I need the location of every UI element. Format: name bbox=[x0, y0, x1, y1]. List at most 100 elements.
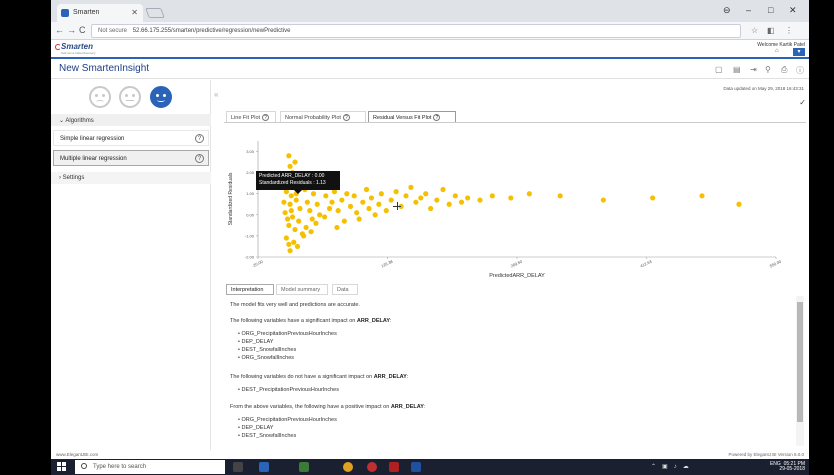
data-point[interactable] bbox=[736, 201, 742, 207]
happy-face-icon[interactable] bbox=[150, 86, 172, 108]
data-point[interactable] bbox=[477, 197, 483, 203]
data-point[interactable] bbox=[465, 195, 471, 201]
data-point[interactable] bbox=[356, 216, 362, 222]
menu-icon[interactable]: ⋮ bbox=[785, 26, 793, 35]
data-point[interactable] bbox=[292, 159, 298, 165]
taskview-icon[interactable] bbox=[233, 462, 243, 472]
data-point[interactable] bbox=[440, 186, 446, 193]
data-point[interactable] bbox=[288, 193, 294, 199]
data-point[interactable] bbox=[281, 199, 287, 205]
data-point[interactable] bbox=[289, 214, 296, 220]
data-point[interactable] bbox=[376, 201, 382, 207]
star-icon[interactable]: ☆ bbox=[751, 26, 758, 35]
data-point[interactable] bbox=[383, 208, 389, 214]
data-point[interactable] bbox=[329, 199, 335, 205]
data-point[interactable] bbox=[287, 163, 293, 169]
data-point[interactable] bbox=[322, 214, 328, 220]
settings-header[interactable]: › Settings bbox=[51, 172, 211, 184]
data-point[interactable] bbox=[452, 193, 458, 199]
residual-scatter-chart[interactable]: 3.00 2.00 1.00 0.00 -1.00 -2.00-20.00 126.38 26… bbox=[224, 123, 806, 281]
data-point[interactable] bbox=[341, 218, 347, 224]
tab-interpretation[interactable]: Interpretation bbox=[226, 284, 274, 295]
data-point[interactable] bbox=[308, 229, 314, 235]
back-icon[interactable]: ← bbox=[55, 25, 64, 35]
data-point[interactable] bbox=[408, 184, 414, 190]
data-point[interactable] bbox=[334, 224, 340, 231]
extension-icon[interactable]: ◧ bbox=[767, 26, 775, 35]
data-point[interactable] bbox=[446, 201, 452, 207]
data-point[interactable] bbox=[413, 199, 419, 205]
chrome-icon[interactable] bbox=[343, 462, 353, 472]
check-icon[interactable]: ✓ bbox=[799, 98, 806, 107]
acrobat-icon[interactable] bbox=[389, 462, 399, 472]
forward-icon[interactable]: → bbox=[67, 25, 76, 35]
data-point[interactable] bbox=[526, 191, 532, 197]
app-icon[interactable] bbox=[299, 462, 309, 472]
data-point[interactable] bbox=[326, 205, 333, 212]
data-point[interactable] bbox=[458, 199, 465, 205]
data-point[interactable] bbox=[489, 193, 495, 199]
reload-icon[interactable]: C bbox=[79, 25, 86, 35]
data-point[interactable] bbox=[304, 199, 310, 205]
sad-face-icon[interactable] bbox=[89, 86, 111, 108]
info-icon[interactable]: ⓘ bbox=[796, 65, 804, 76]
data-point[interactable] bbox=[294, 243, 301, 250]
data-point[interactable] bbox=[428, 205, 434, 212]
data-point[interactable] bbox=[310, 191, 317, 197]
home-icon[interactable]: ⌂ bbox=[775, 48, 779, 54]
data-point[interactable] bbox=[313, 220, 319, 226]
save-icon[interactable]: ▤ bbox=[733, 65, 741, 74]
taskbar-search-input[interactable]: Type here to search bbox=[75, 460, 225, 474]
data-point[interactable] bbox=[307, 208, 313, 214]
data-point[interactable] bbox=[335, 208, 341, 214]
tab-model-summary[interactable]: Model summary bbox=[276, 284, 328, 295]
data-point[interactable] bbox=[372, 212, 378, 218]
tab-data[interactable]: Data bbox=[332, 284, 358, 295]
algo-simple-linear[interactable]: Simple linear regression ? bbox=[53, 130, 209, 146]
data-point[interactable] bbox=[363, 186, 370, 193]
firefox-icon[interactable] bbox=[367, 462, 377, 472]
minimize-button[interactable]: – bbox=[746, 5, 751, 15]
data-point[interactable] bbox=[434, 197, 440, 203]
share-icon[interactable]: ⚲ bbox=[765, 65, 771, 74]
data-point[interactable] bbox=[650, 195, 656, 201]
close-button[interactable]: ✕ bbox=[789, 5, 797, 16]
collapse-panel-icon[interactable]: « bbox=[214, 90, 218, 99]
algorithms-header[interactable]: ⌄ Algorithms bbox=[51, 114, 211, 126]
new-tab-button[interactable] bbox=[145, 8, 165, 18]
windows-start-icon[interactable] bbox=[57, 462, 67, 472]
system-tray-icons[interactable]: ⌃▣♪☁ bbox=[651, 463, 695, 470]
data-point[interactable] bbox=[600, 197, 606, 203]
data-point[interactable] bbox=[347, 203, 354, 209]
data-point[interactable] bbox=[282, 210, 288, 216]
data-point[interactable] bbox=[286, 241, 292, 247]
data-point[interactable] bbox=[292, 226, 298, 233]
data-point[interactable] bbox=[344, 191, 350, 197]
data-point[interactable] bbox=[403, 193, 409, 199]
algo-multiple-linear[interactable]: Multiple linear regression ? bbox=[53, 150, 209, 166]
profile-icon[interactable]: ⊖ bbox=[723, 5, 731, 16]
app2-icon[interactable] bbox=[411, 462, 421, 472]
data-point[interactable] bbox=[314, 201, 320, 207]
tab-close-icon[interactable]: ✕ bbox=[131, 8, 138, 17]
data-point[interactable] bbox=[297, 205, 303, 212]
url-input[interactable]: Not secure 52.66.175.255/smarten/predict… bbox=[91, 24, 741, 38]
data-point[interactable] bbox=[303, 224, 309, 231]
data-point[interactable] bbox=[354, 210, 360, 216]
scrollbar-thumb[interactable] bbox=[797, 302, 803, 422]
new-icon[interactable]: ▢ bbox=[715, 65, 723, 74]
data-point[interactable] bbox=[283, 235, 289, 241]
help-icon[interactable]: ? bbox=[195, 134, 204, 143]
data-point[interactable] bbox=[287, 248, 293, 254]
data-point[interactable] bbox=[351, 193, 357, 199]
neutral-face-icon[interactable] bbox=[119, 86, 141, 108]
data-point[interactable] bbox=[360, 199, 366, 205]
user-menu-icon[interactable]: ▾ bbox=[793, 48, 805, 56]
data-point[interactable] bbox=[339, 197, 345, 203]
data-point[interactable] bbox=[287, 201, 293, 207]
data-point[interactable] bbox=[557, 193, 563, 199]
data-point[interactable] bbox=[286, 222, 292, 228]
browser-tab[interactable]: Smarten ✕ bbox=[57, 4, 143, 22]
data-point[interactable] bbox=[323, 193, 329, 199]
data-point[interactable] bbox=[301, 233, 307, 239]
